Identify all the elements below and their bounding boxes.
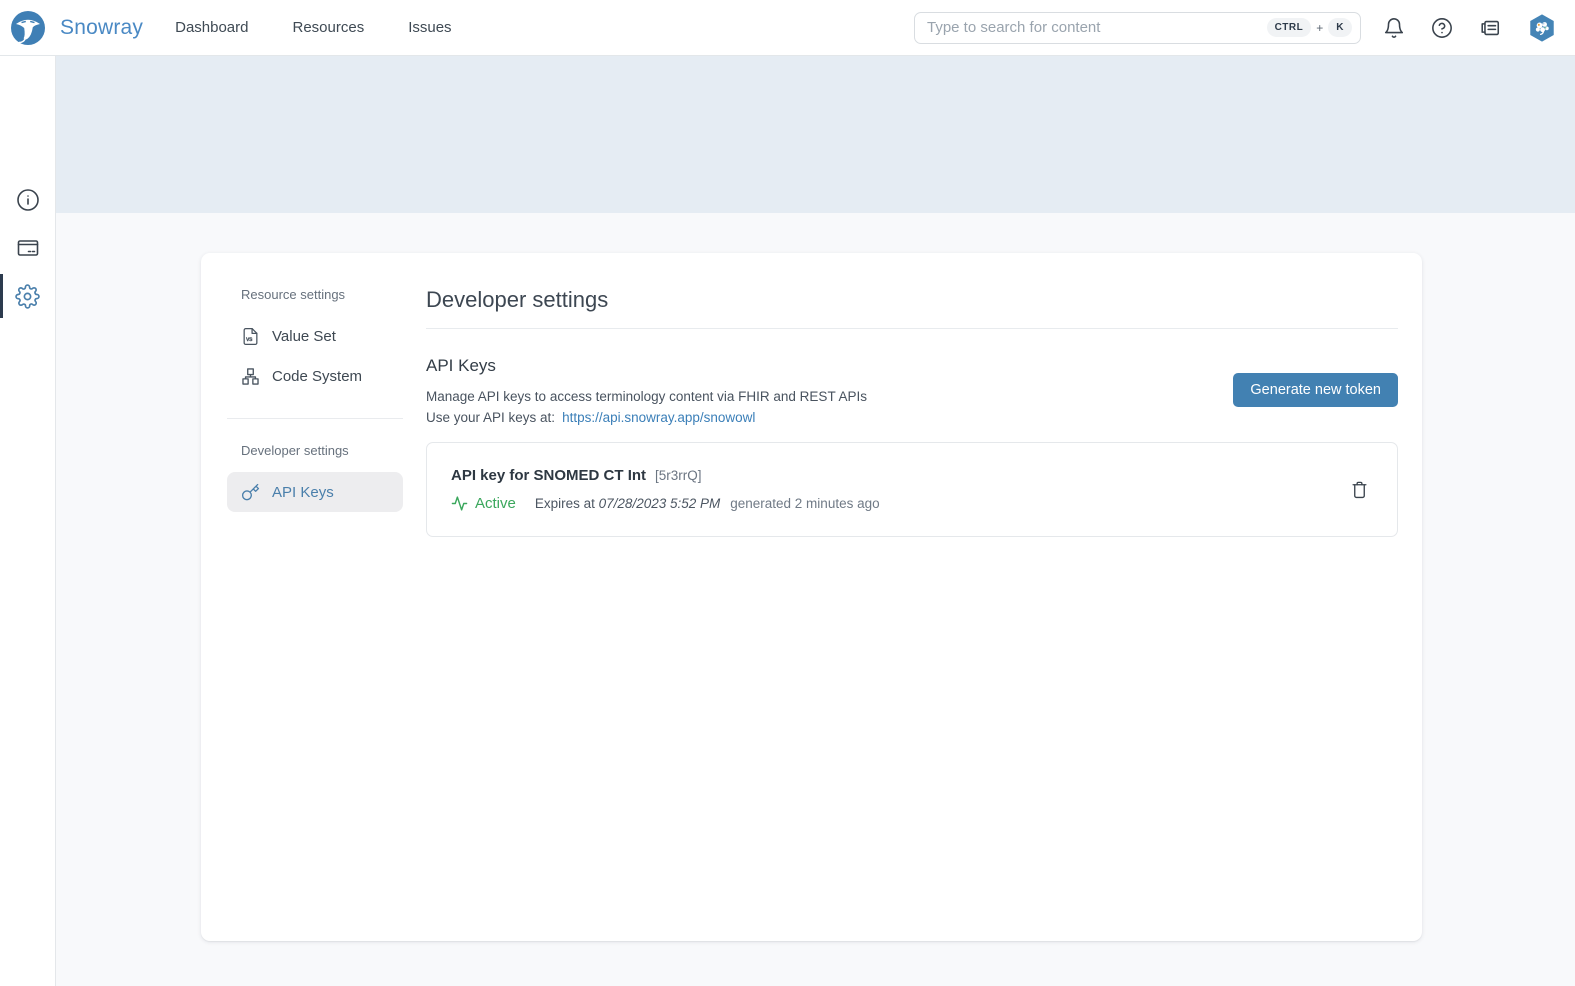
shortcut-k-key: K [1328,18,1352,37]
brand-name: Snowray [60,16,143,40]
api-key-details: API key for SNOMED CT Int [5r3rrQ] Activ… [451,467,880,512]
settings-nav-divider [227,418,403,419]
status-badge: Active [475,495,516,512]
api-keys-section-header: API Keys Manage API keys to access termi… [426,356,1398,425]
top-navbar: Snowray Dashboard Resources Issues CTRL … [0,0,1575,56]
api-key-icon [241,483,260,502]
settings-nav-item-code-system[interactable]: Code System [227,356,403,396]
nav-item-dashboard[interactable]: Dashboard [175,19,248,36]
settings-nav-section-developer: Developer settings [227,443,403,462]
api-key-generated-note: generated 2 minutes ago [730,496,879,511]
api-key-token-hint: [5r3rrQ] [655,468,702,483]
shortcut-ctrl-key: CTRL [1267,18,1312,37]
api-keys-section-title: API Keys [426,356,867,376]
delete-api-key-icon[interactable] [1346,476,1373,503]
hero-band [56,56,1575,213]
brand-home-link[interactable]: Snowray [10,10,143,46]
bell-icon[interactable] [1383,17,1405,39]
settings-nav-item-label: Code System [272,368,362,385]
api-key-status-line: Active Expires at 07/28/2023 5:52 PM gen… [451,495,880,512]
settings-nav-item-label: Value Set [272,328,336,345]
global-search[interactable]: CTRL + K [914,12,1361,44]
search-input[interactable] [927,19,1267,36]
spacer [227,306,403,316]
api-usage-line: Use your API keys at: https://api.snowray… [426,410,867,425]
expiry-datetime: 07/28/2023 5:52 PM [599,496,721,511]
api-keys-section-text: API Keys Manage API keys to access termi… [426,356,867,425]
billing-card-icon[interactable] [0,226,55,270]
settings-main-pane: Developer settings API Keys Manage API k… [426,287,1398,911]
api-keys-description: Manage API keys to access terminology co… [426,385,867,410]
topbar-icons [1383,13,1557,43]
changelog-icon[interactable] [1479,17,1501,39]
spacer [227,462,403,472]
api-usage-label: Use your API keys at: [426,410,555,425]
nav-item-resources[interactable]: Resources [293,19,365,36]
code-system-icon [241,367,260,386]
app-body: Resource settings vs Value Set [0,56,1575,986]
value-set-glyph: vs [246,335,252,342]
shortcut-plus: + [1316,21,1323,35]
api-key-name-line: API key for SNOMED CT Int [5r3rrQ] [451,467,880,484]
nav-item-issues[interactable]: Issues [408,19,451,36]
settings-gear-icon[interactable] [0,274,55,318]
settings-nav-item-api-keys[interactable]: API Keys [227,472,403,512]
user-avatar[interactable] [1527,13,1557,43]
settings-nav-item-label: API Keys [272,484,334,501]
generate-token-button[interactable]: Generate new token [1233,373,1398,407]
page-title: Developer settings [426,287,1398,329]
settings-nav: Resource settings vs Value Set [227,287,403,911]
value-set-icon: vs [241,327,260,346]
snowray-logo-icon [10,10,46,46]
app-sidebar [0,56,56,986]
content-area: Resource settings vs Value Set [56,56,1575,986]
help-icon[interactable] [1431,17,1453,39]
expiry-label: Expires at [535,496,595,511]
top-navigation: Dashboard Resources Issues [175,19,451,36]
api-key-row: API key for SNOMED CT Int [5r3rrQ] Activ… [426,442,1398,537]
api-key-expiry: Expires at 07/28/2023 5:52 PM [535,496,720,511]
settings-card: Resource settings vs Value Set [201,253,1422,941]
info-icon[interactable] [0,178,55,222]
activity-pulse-icon [451,495,468,512]
api-endpoint-link[interactable]: https://api.snowray.app/snowowl [562,410,755,425]
settings-nav-item-value-set[interactable]: vs Value Set [227,316,403,356]
api-key-name: API key for SNOMED CT Int [451,467,646,484]
settings-nav-section-resource: Resource settings [227,287,403,306]
